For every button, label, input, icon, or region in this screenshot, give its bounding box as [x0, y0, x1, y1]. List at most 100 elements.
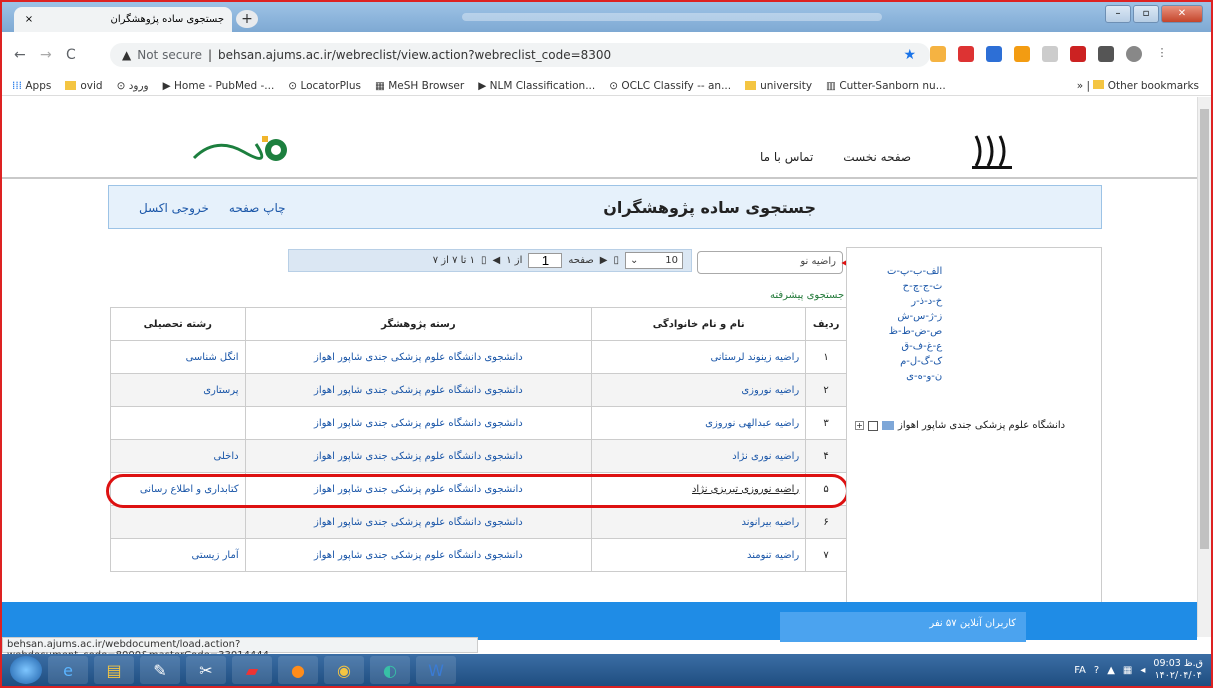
extension-icon[interactable] [1042, 46, 1058, 62]
print-page-link[interactable]: چاپ صفحه [229, 201, 286, 215]
back-icon[interactable]: ← [14, 47, 26, 63]
next-page-icon[interactable]: ▶ [600, 255, 608, 266]
bookmark-locatorplus[interactable]: ⊙ LocatorPlus [288, 80, 361, 92]
word-taskbar-icon[interactable]: W [416, 656, 456, 684]
researcher-name-link[interactable]: راضیه تنومند [591, 538, 807, 572]
explorer-taskbar-icon[interactable]: ▤ [94, 656, 134, 684]
nav-home[interactable]: صفحه نخست [843, 150, 911, 164]
researcher-category-link[interactable]: دانشجوی دانشگاه علوم پزشکی جندی شاپور اه… [244, 505, 593, 539]
bookmark-login[interactable]: ⊙ ورود [117, 80, 149, 92]
tab-close-icon[interactable]: × [22, 14, 36, 25]
last-page-icon[interactable]: ▯ [481, 255, 487, 266]
extension-icon[interactable] [986, 46, 1002, 62]
field-of-study-link[interactable]: پرستاری [110, 373, 246, 407]
clock[interactable]: 09:03 ق.ظ ۱۴۰۲/۰۴/۰۴ [1153, 658, 1203, 682]
letter-group-link[interactable]: ص-ض-ط-ظ [887, 324, 943, 339]
researcher-category-link[interactable]: دانشجوی دانشگاه علوم پزشکی جندی شاپور اه… [244, 439, 593, 473]
security-label: Not secure [137, 48, 202, 62]
volume-icon[interactable]: ◂ [1140, 665, 1145, 676]
researcher-name-link[interactable]: راضیه بیرانوند [591, 505, 807, 539]
warning-icon: ▲ [122, 48, 132, 62]
bookmark-mesh[interactable]: ▦ MeSH Browser [375, 80, 464, 92]
search-input[interactable]: راضیه نو [697, 251, 843, 274]
researcher-category-link[interactable]: دانشجوی دانشگاه علوم پزشکی جندی شاپور اه… [244, 373, 593, 407]
letter-group-link[interactable]: ز-ژ-س-ش [887, 309, 942, 324]
pajouhan-logo[interactable] [186, 130, 306, 170]
export-excel-link[interactable]: خروجی اکسل [139, 201, 209, 215]
help-icon[interactable]: ? [1094, 665, 1099, 676]
paint-taskbar-icon[interactable]: ✎ [140, 656, 180, 684]
bookmark-oclc[interactable]: ⊙ OCLC Classify -- an... [609, 80, 731, 92]
bookmark-cutter[interactable]: ▥ Cutter-Sanborn nu... [826, 80, 946, 92]
prev-page-icon[interactable]: ◀ [493, 255, 501, 266]
letter-group-link[interactable]: الف-ب-پ-ت [887, 264, 942, 279]
acrobat-taskbar-icon[interactable]: ▰ [232, 656, 272, 684]
tree-node-label[interactable]: دانشگاه علوم پزشکی جندی شاپور اهواز [898, 420, 1065, 431]
avatar[interactable] [1126, 46, 1142, 62]
nav-contact[interactable]: تماس با ما [760, 150, 813, 164]
chrome-taskbar-icon[interactable]: ◉ [324, 656, 364, 684]
address-bar[interactable]: ▲ Not secure | behsan.ajums.ac.ir/webrec… [110, 43, 930, 67]
letter-group-link[interactable]: ث-ج-چ-ح [887, 279, 943, 294]
page-size-select[interactable]: 10 ⌄ [625, 252, 683, 269]
more-bookmarks-chevron[interactable]: » [1077, 80, 1083, 92]
bookmark-pubmed[interactable]: ▶ Home - PubMed -... [163, 80, 275, 92]
researcher-name-link[interactable]: راضیه نوری نژاد [591, 439, 807, 473]
other-bookmarks[interactable]: » | Other bookmarks [1077, 80, 1199, 92]
minimize-button[interactable]: – [1105, 5, 1131, 23]
researcher-name-link[interactable]: راضیه عبدالهی نوروزی [591, 406, 807, 440]
advanced-search-link[interactable]: جستجوی پیشرفته [770, 290, 844, 301]
field-of-study-link[interactable] [110, 505, 246, 539]
firefox-taskbar-icon[interactable]: ● [278, 656, 318, 684]
pdf-extension-icon[interactable] [1070, 46, 1086, 62]
researcher-name-link[interactable]: راضیه زینوند لرستانی [591, 340, 807, 374]
researcher-category-link[interactable]: دانشجوی دانشگاه علوم پزشکی جندی شاپور اه… [244, 472, 593, 506]
researcher-name-link[interactable]: راضیه نوروزی تبریزی نژاد [591, 472, 807, 506]
field-of-study-link[interactable] [110, 406, 246, 440]
reload-icon[interactable]: C [66, 47, 76, 63]
first-page-icon[interactable]: ▯ [613, 255, 619, 266]
snipping-taskbar-icon[interactable]: ✂ [186, 656, 226, 684]
field-of-study-link[interactable]: داخلی [110, 439, 246, 473]
letter-group-link[interactable]: ع-غ-ف-ق [887, 339, 942, 354]
language-indicator[interactable]: FA [1074, 665, 1086, 676]
university-logo[interactable] [966, 132, 1026, 176]
field-of-study-link[interactable]: انگل شناسی [110, 340, 246, 374]
bookmark-nlm[interactable]: ▶ NLM Classification... [478, 80, 595, 92]
university-emblem-icon [972, 135, 1012, 169]
scrollbar-thumb[interactable] [1200, 109, 1209, 549]
field-of-study-link[interactable]: آمار زیستی [110, 538, 246, 572]
maximize-button[interactable]: ▫ [1133, 5, 1159, 23]
ie-taskbar-icon[interactable]: e [48, 656, 88, 684]
letter-group-link[interactable]: ک-گ-ل-م [887, 354, 942, 369]
extension-icon[interactable] [1014, 46, 1030, 62]
new-tab-button[interactable]: + [236, 10, 258, 28]
start-button[interactable] [10, 656, 42, 684]
close-window-button[interactable]: ✕ [1161, 5, 1203, 23]
field-of-study-link[interactable]: کتابداری و اطلاع رسانی [110, 472, 246, 506]
bookmark-apps[interactable]: ⁞⁞⁞ Apps [12, 80, 51, 92]
researcher-category-link[interactable]: دانشجوی دانشگاه علوم پزشکی جندی شاپور اه… [244, 538, 593, 572]
bookmark-star-icon[interactable]: ★ [903, 47, 916, 63]
tab-active[interactable]: جستجوی ساده پژوهشگران × [14, 7, 232, 32]
menu-icon[interactable]: ⋮ [1154, 46, 1170, 62]
letter-group-link[interactable]: ن-و-ه-ی [887, 369, 942, 384]
letter-group-link[interactable]: خ-د-ذ-ر [887, 294, 942, 309]
puzzle-icon[interactable] [1098, 46, 1114, 62]
forward-icon[interactable]: → [40, 47, 52, 63]
network-icon[interactable]: ▦ [1123, 665, 1132, 676]
edge-taskbar-icon[interactable]: ◐ [370, 656, 410, 684]
tray-expand-icon[interactable]: ▲ [1107, 665, 1115, 676]
extension-icon[interactable] [958, 46, 974, 62]
researcher-category-link[interactable]: دانشجوی دانشگاه علوم پزشکی جندی شاپور اه… [244, 340, 593, 374]
page-scrollbar[interactable] [1197, 97, 1211, 637]
expand-icon[interactable]: + [855, 421, 864, 430]
bookmark-ovid[interactable]: ovid [65, 80, 103, 92]
researcher-name-link[interactable]: راضیه نوروزی [591, 373, 807, 407]
tree-checkbox[interactable] [868, 420, 878, 431]
extension-icon[interactable] [930, 46, 946, 62]
bookmark-university[interactable]: university [745, 80, 812, 92]
researcher-category-link[interactable]: دانشجوی دانشگاه علوم پزشکی جندی شاپور اه… [244, 406, 593, 440]
page-number-input[interactable] [528, 253, 563, 268]
page-label: صفحه [568, 255, 594, 266]
